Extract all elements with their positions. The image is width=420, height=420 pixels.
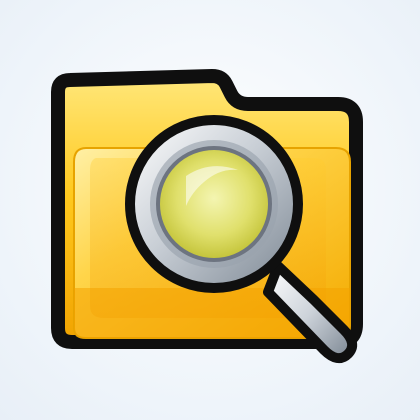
icon-canvas	[0, 0, 420, 420]
folder-search-icon	[51, 69, 363, 364]
magnifier-glass	[156, 146, 272, 262]
